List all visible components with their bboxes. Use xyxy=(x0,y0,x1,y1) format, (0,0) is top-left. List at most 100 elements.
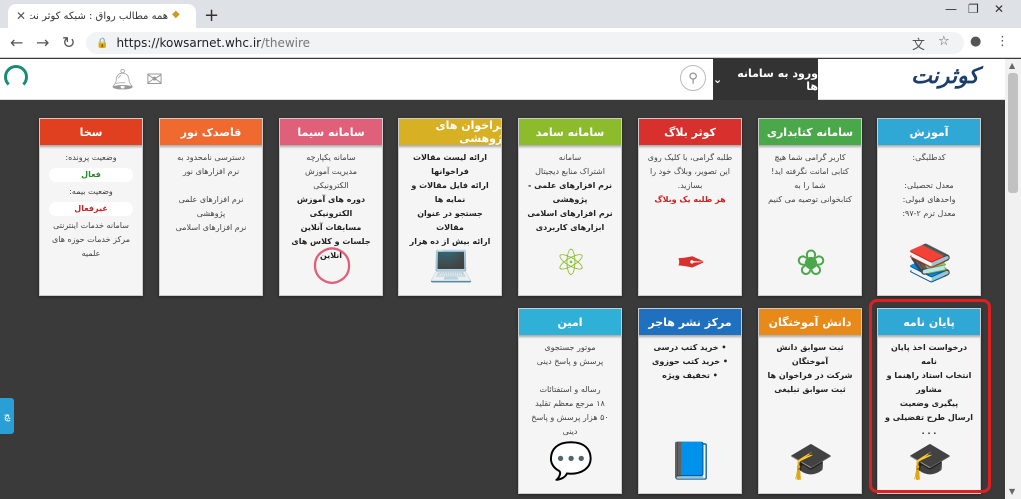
mail-icon[interactable]: ✉ xyxy=(146,67,163,91)
browser-tab-strip: ✕ همه مطالب رواق : شبکه کوثر نت ◆ + — ❐ … xyxy=(0,0,1021,28)
tab-title: همه مطالب رواق : شبکه کوثر نت xyxy=(30,10,168,22)
card-ketabdari[interactable]: سامانه کتابداری کاربر گرامی شما هیچ کتابی… xyxy=(758,118,862,296)
address-bar: ← → ↻ 🔒 https://kowsarnet.whc.ir/thewire… xyxy=(0,28,1021,58)
card-title[interactable]: دانش آموختگان xyxy=(759,309,861,335)
card-line: مرکز خدمات حوزه های علمیه xyxy=(52,235,130,258)
bookmark-star-icon[interactable]: ☆ xyxy=(938,34,950,49)
card-title[interactable]: مرکز نشر هاجر xyxy=(639,309,741,335)
insurance-badge: غیرفعال xyxy=(49,202,133,216)
card-line: انتخاب استاد راهنما و مشاور xyxy=(886,371,972,394)
card-title[interactable]: قاصدک نور xyxy=(160,119,262,145)
card-line: سامانه xyxy=(558,153,582,162)
card-line: کتابخوانی توصیه می کنیم xyxy=(768,195,852,204)
menu-icon[interactable]: ⋮ xyxy=(996,34,1009,49)
card-hajar[interactable]: مرکز نشر هاجر • خرید کتب درسی • خرید کتب ح… xyxy=(638,308,742,494)
card-body: ثبت سوابق دانش آموختگان شرکت در فراخوان ه… xyxy=(759,335,861,403)
card-line: اشتراک منابع دیجیتال xyxy=(535,167,605,176)
card-title[interactable]: پایان نامه xyxy=(878,309,980,335)
card-line: ۱۸ مرجع معظم تقلید xyxy=(535,399,605,408)
card-line: پیگیری وضعیت xyxy=(899,399,959,408)
card-illustration-icon: 💻 xyxy=(428,243,474,284)
card-line: جستجو در عنوان مقالات xyxy=(417,209,483,232)
card-samed[interactable]: سامانه سامد سامانه اشتراک منابع دیجیتال نرم… xyxy=(518,118,622,296)
bell-icon[interactable]: 🔔︎ xyxy=(110,67,135,91)
card-title[interactable]: فراخوان های پژوهشی xyxy=(399,119,501,145)
site-header: 🔔︎ ✉ ⚲ ورود به سامانه ها ⌄ کوثرنت xyxy=(0,59,1005,100)
card-line: معدل ترم ۲-۹۷: xyxy=(902,209,956,218)
card-line: ارائه لیست مقالات فراخوانها xyxy=(412,153,488,176)
search-icon[interactable]: ⚲ xyxy=(680,65,706,91)
reload-icon[interactable]: ↻ xyxy=(62,33,75,52)
close-window-icon[interactable]: ✕ xyxy=(994,2,1004,16)
scroll-down-icon[interactable]: ▼ xyxy=(1009,487,1015,496)
card-daneshamookhtegan[interactable]: دانش آموختگان ثبت سوابق دانش آموختگان شرکت… xyxy=(758,308,862,494)
card-title[interactable]: سامانه سامد xyxy=(519,119,621,145)
brand-icon[interactable] xyxy=(4,65,28,89)
card-line: ارائه فایل مقالات و نمایه ها xyxy=(411,181,489,204)
browser-tab[interactable]: ✕ همه مطالب رواق : شبکه کوثر نت ◆ xyxy=(8,4,196,28)
profile-icon[interactable]: ● xyxy=(970,34,981,49)
card-title[interactable]: سامانه کتابداری xyxy=(759,119,861,145)
forward-icon[interactable]: → xyxy=(36,33,49,52)
card-line xyxy=(525,369,615,383)
login-systems-button[interactable]: ورود به سامانه ها ⌄ xyxy=(713,59,818,100)
card-line xyxy=(884,165,974,179)
chevron-down-icon: ⌄ xyxy=(713,73,723,86)
card-line: سامانه خدمات اینترنتی xyxy=(53,221,129,230)
scroll-thumb[interactable] xyxy=(1008,73,1018,193)
close-tab-icon[interactable]: ✕ xyxy=(16,9,30,23)
card-sima[interactable]: سامانه سیما سامانه یکپارچه مدیریت آموزش ال… xyxy=(279,118,383,296)
card-body: موتور جستجوی پرسش و پاسخ دینی رساله و است… xyxy=(519,335,621,445)
card-illustration-icon: ❀ xyxy=(795,242,827,284)
card-payannameh[interactable]: پایان نامه درخواست اخذ پایان نامه انتخاب ا… xyxy=(877,308,981,494)
card-line: طلبه گرامی، با کلیک روی این تصویر، وبلاگ… xyxy=(647,153,733,190)
lock-icon: 🔒 xyxy=(96,37,109,49)
card-title[interactable]: آموزش xyxy=(878,119,980,145)
card-line xyxy=(166,179,256,193)
back-icon[interactable]: ← xyxy=(10,33,23,52)
card-title[interactable]: سامانه سیما xyxy=(280,119,382,145)
card-line: نرم افزارهای نور xyxy=(182,167,240,176)
card-kowsarblog[interactable]: کوثر بلاگ طلبه گرامی، با کلیک روی این تصو… xyxy=(638,118,742,296)
card-line: سامانه یکپارچه xyxy=(306,153,356,162)
card-line: مدیریت آموزش الکترونیکی xyxy=(304,167,358,190)
card-title[interactable]: امین xyxy=(519,309,621,335)
restore-icon[interactable]: ❐ xyxy=(968,2,979,16)
card-title[interactable]: سخا xyxy=(40,119,142,145)
card-line: شرکت در فراخوان ها xyxy=(767,371,853,380)
translate-icon[interactable]: 文 xyxy=(912,34,925,53)
card-body: • خرید کتب درسی • خرید کتب حوزوی • تخفیف و… xyxy=(639,335,741,389)
card-line: نرم افزارهای اسلامی xyxy=(527,209,613,218)
card-farakhan[interactable]: فراخوان های پژوهشی ارائه لیست مقالات فراخ… xyxy=(398,118,502,296)
card-line: ثبت سوابق دانش آموختگان xyxy=(776,343,844,366)
page-scrollbar[interactable]: ▲ ▼ xyxy=(1005,59,1021,499)
card-body: کاربر گرامی شما هیچ کتابی امانت نگرفته ا… xyxy=(759,145,861,213)
card-line: وضعیت پرونده: xyxy=(65,153,117,162)
card-body: وضعیت پرونده: فعال وضعیت بیمه: غیرفعال سامان… xyxy=(40,145,142,267)
card-illustration-icon: 🎓 xyxy=(907,441,953,482)
card-line: رساله و استفتائات xyxy=(539,385,601,394)
card-amozesh[interactable]: آموزش کدطلبگی: معدل تحصیلی: واحدهای قبولی:… xyxy=(877,118,981,296)
side-tab[interactable]: ﭻ xyxy=(0,398,14,434)
card-amin[interactable]: امین موتور جستجوی پرسش و پاسخ دینی رساله و… xyxy=(518,308,622,494)
card-line: هر طلبه یک وبلاگ xyxy=(654,195,726,204)
card-line: درخواست اخذ پایان نامه xyxy=(890,343,968,366)
new-tab-icon[interactable]: + xyxy=(204,5,219,26)
url-input[interactable]: 🔒 https://kowsarnet.whc.ir/thewire xyxy=(86,32,964,54)
card-line: • تخفیف ویژه xyxy=(662,371,718,380)
card-illustration-icon: 📘 xyxy=(668,441,714,482)
card-sakha[interactable]: سخا وضعیت پرونده: فعال وضعیت بیمه: غیرفعال سا… xyxy=(39,118,143,296)
minimize-icon[interactable]: — xyxy=(945,2,957,16)
logo[interactable]: کوثرنت xyxy=(905,63,985,97)
card-line: نرم افزارهای اسلامی xyxy=(175,223,247,232)
card-line: نرم افزارهای علمی پژوهشی xyxy=(178,195,244,218)
card-line: مسابقات آنلاین xyxy=(300,223,362,232)
card-line: دسترسی نامحدود به xyxy=(177,153,245,162)
card-line: کاربر گرامی شما هیچ کتابی امانت نگرفته ا… xyxy=(771,153,849,190)
scroll-up-icon[interactable]: ▲ xyxy=(1009,61,1015,70)
card-title[interactable]: کوثر بلاگ xyxy=(639,119,741,145)
card-illustration-icon: 📚 xyxy=(907,243,953,284)
card-ghasedak[interactable]: قاصدک نور دسترسی نامحدود به نرم افزارهای ن… xyxy=(159,118,263,296)
card-line: واحدهای قبولی: xyxy=(902,195,956,204)
card-body: دسترسی نامحدود به نرم افزارهای نور نرم اف… xyxy=(160,145,262,241)
